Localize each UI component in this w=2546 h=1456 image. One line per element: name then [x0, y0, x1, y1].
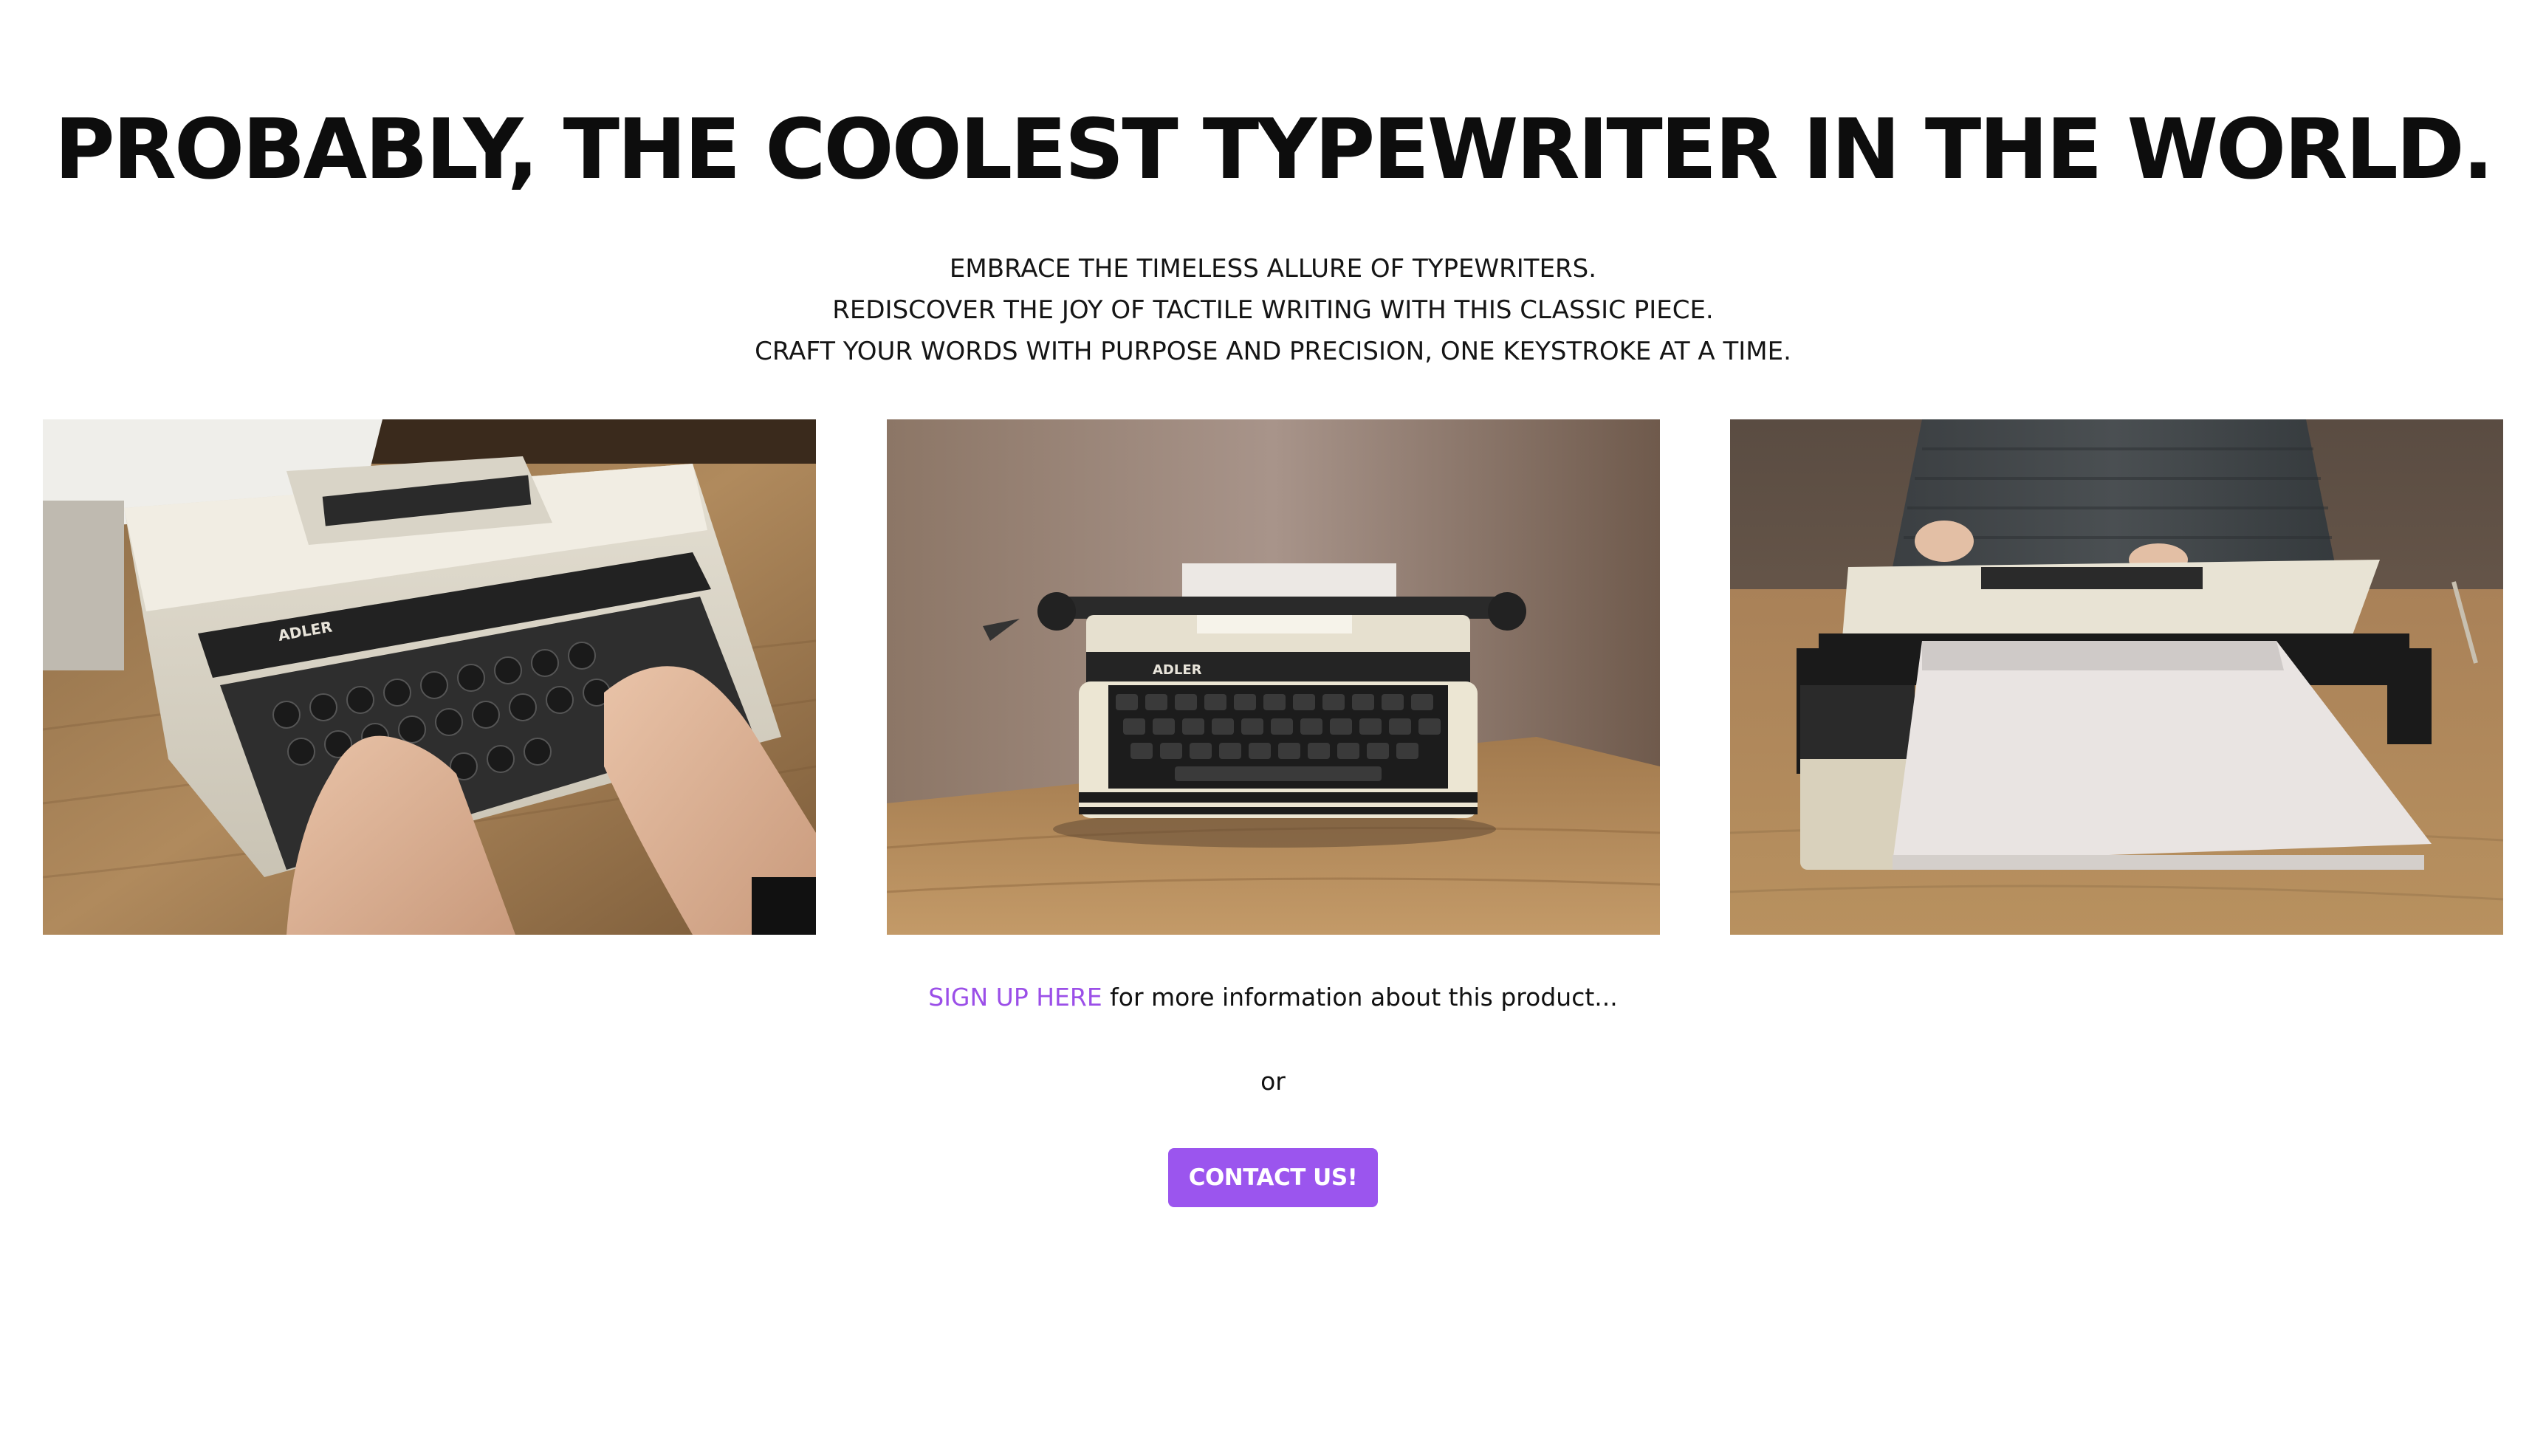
tagline-line-3: CRAFT YOUR WORDS WITH PURPOSE AND PRECIS…: [755, 337, 1791, 366]
contact-us-button[interactable]: CONTACT US!: [1168, 1148, 1378, 1207]
photo-typewriter-front-image: ADLER: [887, 419, 1660, 935]
adler-logo-front: ADLER: [1153, 662, 1202, 678]
photo-typewriter-paper-image: [1730, 419, 2503, 935]
photo-gallery: ADLER ADLER: [43, 419, 2503, 936]
or-separator: or: [1260, 1067, 1286, 1096]
photo-hands-typing-image: ADLER: [43, 419, 816, 935]
signup-description: for more information about this product.…: [1102, 983, 1618, 1012]
landing-page: PROBABLY, THE COOLEST TYPEWRITER IN THE …: [0, 0, 2546, 1456]
tagline-block: EMBRACE THE TIMELESS ALLURE OF TYPEWRITE…: [0, 248, 2546, 372]
photo-hands-typing: ADLER: [43, 419, 816, 935]
photo-typewriter-front: ADLER: [887, 419, 1660, 935]
page-title: PROBABLY, THE COOLEST TYPEWRITER IN THE …: [54, 102, 2494, 198]
tagline-line-2: REDISCOVER THE JOY OF TACTILE WRITING WI…: [832, 295, 1714, 325]
signup-link[interactable]: SIGN UP HERE: [928, 983, 1102, 1012]
tagline-line-1: EMBRACE THE TIMELESS ALLURE OF TYPEWRITE…: [949, 254, 1597, 284]
signup-line: SIGN UP HERE for more information about …: [0, 979, 2546, 1016]
photo-typewriter-paper: [1730, 419, 2503, 935]
